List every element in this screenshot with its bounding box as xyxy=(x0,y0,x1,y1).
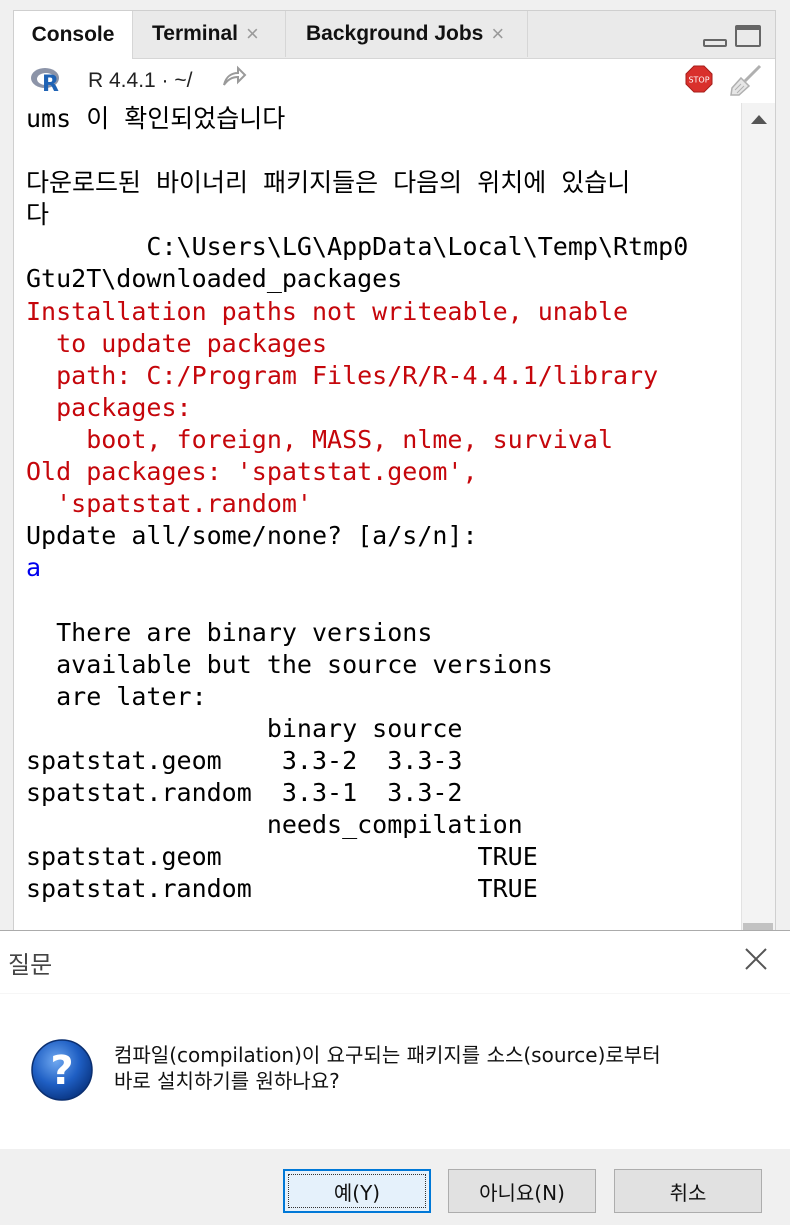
console-line: C:\Users\LG\AppData\Local\Temp\Rtmp0 xyxy=(26,232,689,262)
close-icon[interactable]: × xyxy=(491,21,504,47)
tab-terminal[interactable]: Terminal × xyxy=(138,11,286,57)
console-line: binary source xyxy=(26,713,463,743)
console-scrollbar[interactable] xyxy=(741,103,775,941)
console-toolbar: R R 4.4.1 · ~/ STOP xyxy=(14,59,775,103)
console-line: 'spatstat.random' xyxy=(26,489,312,519)
console-pane: Console Terminal × Background Jobs × R R… xyxy=(13,10,776,942)
console-line: Installation paths not writeable, unable xyxy=(26,296,629,326)
console-line: packages: xyxy=(26,392,192,422)
console-line: spatstat.random TRUE xyxy=(26,874,538,904)
tab-label: Background Jobs xyxy=(306,22,484,45)
console-line: spatstat.random 3.3-1 3.3-2 xyxy=(26,777,463,807)
dialog-message-line: 바로 설치하기를 원하나요? xyxy=(114,1069,340,1093)
console-line: needs_compilation xyxy=(26,810,523,840)
maximize-pane-button[interactable] xyxy=(735,25,761,47)
console-line: a xyxy=(26,553,42,583)
no-button[interactable]: 아니요(N) xyxy=(448,1169,596,1213)
yes-button[interactable]: 예(Y) xyxy=(283,1169,431,1213)
console-line: spatstat.geom 3.3-2 3.3-3 xyxy=(26,745,463,775)
console-line: Update all/some/none? [a/s/n]: xyxy=(26,521,478,551)
r-logo-icon: R xyxy=(31,68,59,93)
scroll-up-arrow-icon[interactable] xyxy=(751,115,767,124)
svg-text:R: R xyxy=(42,72,59,93)
console-line: 다 xyxy=(26,200,50,230)
dialog-title: 질문 xyxy=(8,951,53,979)
console-line: Old packages: 'spatstat.geom', xyxy=(26,457,478,487)
console-output[interactable]: ums 이 확인되었습니다다운로드된 바이너리 패키지들은 다음의 위치에 있습… xyxy=(14,103,741,941)
tab-console[interactable]: Console xyxy=(14,11,133,59)
console-line: are later: xyxy=(26,681,207,711)
tab-label: Console xyxy=(31,23,115,46)
dialog-button-bar: 예(Y) 아니요(N) 취소 xyxy=(0,1149,790,1225)
dialog-body: ? 컴파일(compilation)이 요구되는 패키지를 소스(source)… xyxy=(0,993,790,1150)
console-line: to update packages xyxy=(26,328,328,358)
console-line: Gtu2T\downloaded_packages xyxy=(26,264,403,294)
forward-arrow-icon[interactable] xyxy=(221,65,247,89)
svg-text:?: ? xyxy=(50,1048,73,1094)
console-line: available but the source versions xyxy=(26,649,553,679)
close-icon[interactable]: × xyxy=(246,21,259,47)
tab-background-jobs[interactable]: Background Jobs × xyxy=(288,11,528,57)
stop-icon[interactable]: STOP xyxy=(685,65,713,93)
console-line: path: C:/Program Files/R/R-4.4.1/library xyxy=(26,360,659,390)
minimize-pane-button[interactable] xyxy=(703,25,727,47)
svg-text:STOP: STOP xyxy=(688,76,709,85)
console-line: spatstat.geom TRUE xyxy=(26,842,538,872)
console-line: There are binary versions xyxy=(26,617,433,647)
broom-icon[interactable] xyxy=(729,64,763,96)
console-line: boot, foreign, MASS, nlme, survival xyxy=(26,424,613,454)
console-line: 다운로드된 바이너리 패키지들은 다음의 위치에 있습니 xyxy=(26,168,631,198)
dialog-titlebar: 질문 xyxy=(0,931,790,993)
dialog-message: 컴파일(compilation)이 요구되는 패키지를 소스(source)로부… xyxy=(114,1042,661,1094)
pane-tabbar: Console Terminal × Background Jobs × xyxy=(14,11,775,59)
question-mark-icon: ? xyxy=(31,1039,93,1101)
tab-label: Terminal xyxy=(152,22,238,45)
question-dialog: 질문 ? 컴파일(compilation)이 요구되는 패키지를 소스(sour… xyxy=(0,930,790,1225)
r-version-path: R 4.4.1 · ~/ xyxy=(88,69,193,92)
close-icon[interactable] xyxy=(738,941,774,977)
cancel-button[interactable]: 취소 xyxy=(614,1169,762,1213)
console-line: ums 이 확인되었습니다 xyxy=(26,104,286,133)
dialog-message-line: 컴파일(compilation)이 요구되는 패키지를 소스(source)로부… xyxy=(114,1043,661,1067)
pane-window-controls xyxy=(703,25,761,47)
